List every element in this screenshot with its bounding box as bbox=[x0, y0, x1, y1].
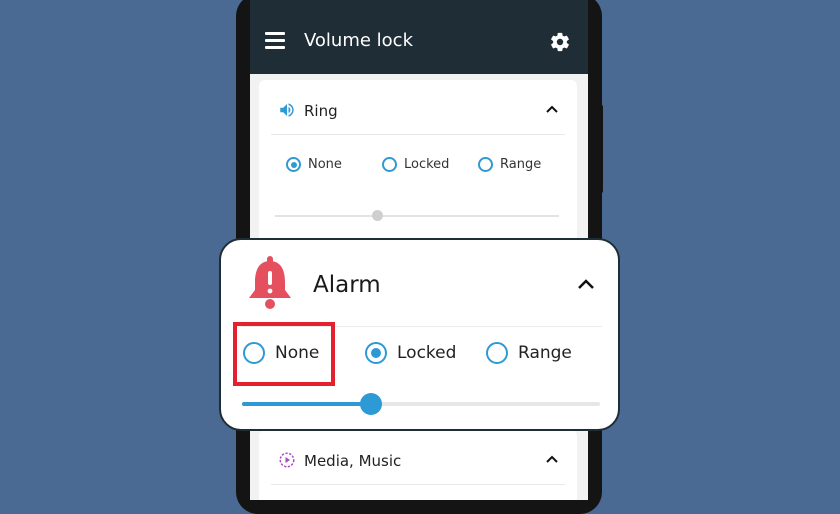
phone-side-button bbox=[598, 105, 603, 193]
alarm-volume-slider[interactable] bbox=[242, 393, 600, 415]
ring-options: None Locked Range bbox=[286, 157, 586, 179]
radio-button[interactable] bbox=[286, 157, 301, 172]
option-label: None bbox=[308, 157, 342, 172]
speaker-icon bbox=[280, 103, 294, 117]
alarm-bell-icon bbox=[249, 256, 291, 309]
ring-label: Ring bbox=[304, 102, 338, 120]
slider-thumb[interactable] bbox=[359, 393, 382, 415]
alarm-label: Alarm bbox=[313, 272, 381, 298]
hamburger-menu-icon[interactable] bbox=[265, 32, 285, 49]
option-label: Locked bbox=[404, 157, 450, 172]
ring-option-range[interactable]: Range bbox=[478, 157, 541, 172]
media-play-icon bbox=[279, 452, 295, 468]
radio-button[interactable] bbox=[486, 342, 508, 364]
ring-card: Ring None Locked Range bbox=[259, 80, 577, 250]
ring-option-none[interactable]: None bbox=[286, 157, 342, 172]
highlight-box bbox=[233, 322, 335, 386]
ring-option-locked[interactable]: Locked bbox=[382, 157, 449, 172]
radio-button[interactable] bbox=[478, 157, 493, 172]
media-header[interactable]: Media, Music bbox=[271, 430, 565, 485]
option-label: Range bbox=[518, 343, 572, 363]
ring-volume-slider[interactable] bbox=[275, 210, 559, 221]
option-label: Locked bbox=[397, 343, 457, 363]
ring-header[interactable]: Ring bbox=[271, 80, 565, 135]
app-bar: Volume lock bbox=[250, 0, 588, 74]
chevron-up-icon[interactable] bbox=[545, 452, 559, 466]
alarm-option-locked[interactable]: Locked bbox=[365, 342, 456, 364]
media-card: Media, Music bbox=[259, 430, 577, 500]
radio-button[interactable] bbox=[382, 157, 397, 172]
chevron-up-icon[interactable] bbox=[545, 102, 559, 116]
alarm-option-range[interactable]: Range bbox=[486, 342, 572, 364]
option-label: Range bbox=[500, 157, 542, 172]
media-label: Media, Music bbox=[304, 452, 402, 470]
alarm-popup-card: Alarm None Locked Range bbox=[219, 238, 620, 431]
app-title: Volume lock bbox=[304, 30, 414, 51]
settings-gear-icon[interactable] bbox=[549, 31, 571, 53]
radio-button[interactable] bbox=[365, 342, 387, 364]
chevron-up-icon[interactable] bbox=[577, 277, 595, 291]
alarm-header[interactable]: Alarm bbox=[221, 240, 618, 328]
slider-fill bbox=[242, 402, 371, 406]
